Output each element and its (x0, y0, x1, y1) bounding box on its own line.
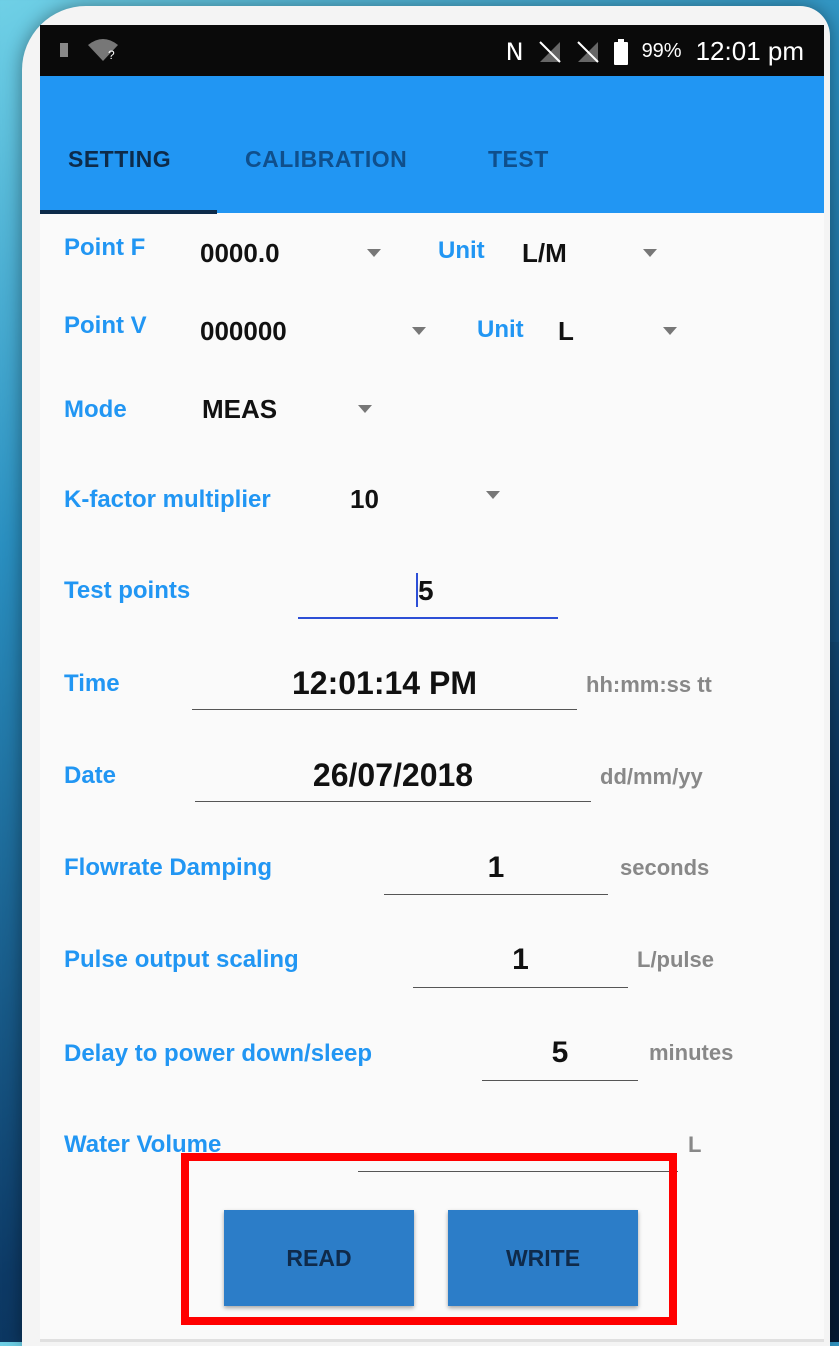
k-factor-chevron-down-icon[interactable] (486, 491, 500, 499)
point-v-chevron-down-icon[interactable] (412, 327, 426, 335)
status-time: 12:01 pm (695, 36, 804, 66)
test-points-underline (298, 617, 558, 619)
point-v-unit-select[interactable]: L (558, 316, 574, 347)
tab-bar: SETTING CALIBRATION TEST (40, 76, 824, 214)
point-f-chevron-down-icon[interactable] (367, 249, 381, 257)
point-v-unit-chevron-down-icon[interactable] (663, 327, 677, 335)
delay-power-down-underline (482, 1080, 638, 1081)
k-factor-select[interactable]: 10 (350, 484, 379, 515)
point-v-label: Point V (64, 312, 147, 339)
tab-calibration[interactable]: CALIBRATION (245, 146, 407, 173)
point-f-label: Point F (64, 234, 146, 261)
k-factor-label: K-factor multiplier (64, 486, 271, 513)
status-right-icons: N 99% 12:01 pm (506, 36, 804, 67)
app-screen: ? N 99% 12:01 pm SETTING CALIBRATION TES… (40, 25, 824, 1342)
battery-percent: 99% (641, 40, 682, 62)
svg-text:?: ? (108, 48, 115, 62)
point-v-select[interactable]: 000000 (200, 316, 287, 347)
point-f-unit-select[interactable]: L/M (522, 238, 567, 269)
no-signal-icon-2 (576, 40, 599, 63)
date-input[interactable]: 26/07/2018 (195, 757, 591, 794)
mode-label: Mode (64, 396, 127, 423)
status-bar: ? N 99% 12:01 pm (40, 25, 824, 76)
delay-power-down-input[interactable]: 5 (482, 1036, 638, 1070)
date-format-hint: dd/mm/yy (600, 764, 703, 789)
tab-test[interactable]: TEST (488, 146, 549, 173)
date-label: Date (64, 762, 117, 789)
point-v-unit-label: Unit (477, 316, 524, 343)
test-points-label: Test points (64, 577, 191, 604)
no-signal-icon-1 (538, 40, 561, 63)
active-tab-indicator (40, 210, 217, 214)
pulse-output-scaling-input[interactable]: 1 (413, 943, 628, 977)
point-f-select[interactable]: 0000.0 (200, 238, 280, 269)
flowrate-damping-unit: seconds (620, 855, 710, 880)
buttons-highlight-box (181, 1153, 677, 1325)
nfc-icon: N (505, 37, 524, 66)
delay-power-down-unit: minutes (649, 1040, 734, 1065)
point-f-unit-chevron-down-icon[interactable] (643, 249, 657, 257)
test-points-input[interactable]: 5 (418, 575, 434, 607)
pulse-output-scaling-underline (413, 987, 628, 988)
point-f-unit-label: Unit (438, 237, 485, 264)
battery-icon (613, 38, 628, 65)
date-underline (195, 801, 591, 802)
wifi-question-icon: ? (88, 39, 118, 62)
flowrate-damping-input[interactable]: 1 (384, 851, 608, 885)
tab-setting[interactable]: SETTING (68, 146, 171, 173)
time-input[interactable]: 12:01:14 PM (192, 665, 577, 702)
text-cursor (416, 573, 418, 607)
pulse-output-scaling-label: Pulse output scaling (64, 946, 299, 973)
time-label: Time (64, 670, 120, 697)
delay-power-down-label: Delay to power down/sleep (64, 1040, 373, 1067)
mode-select[interactable]: MEAS (202, 394, 277, 425)
flowrate-damping-underline (384, 894, 608, 895)
water-volume-unit: L (688, 1132, 702, 1157)
time-format-hint: hh:mm:ss tt (586, 672, 712, 697)
flowrate-damping-label: Flowrate Damping (64, 854, 273, 881)
mode-chevron-down-icon[interactable] (358, 405, 372, 413)
pulse-output-scaling-unit: L/pulse (637, 947, 715, 972)
status-left-icons: ? (60, 37, 120, 63)
time-underline (192, 709, 577, 710)
notification-icon (60, 43, 68, 57)
